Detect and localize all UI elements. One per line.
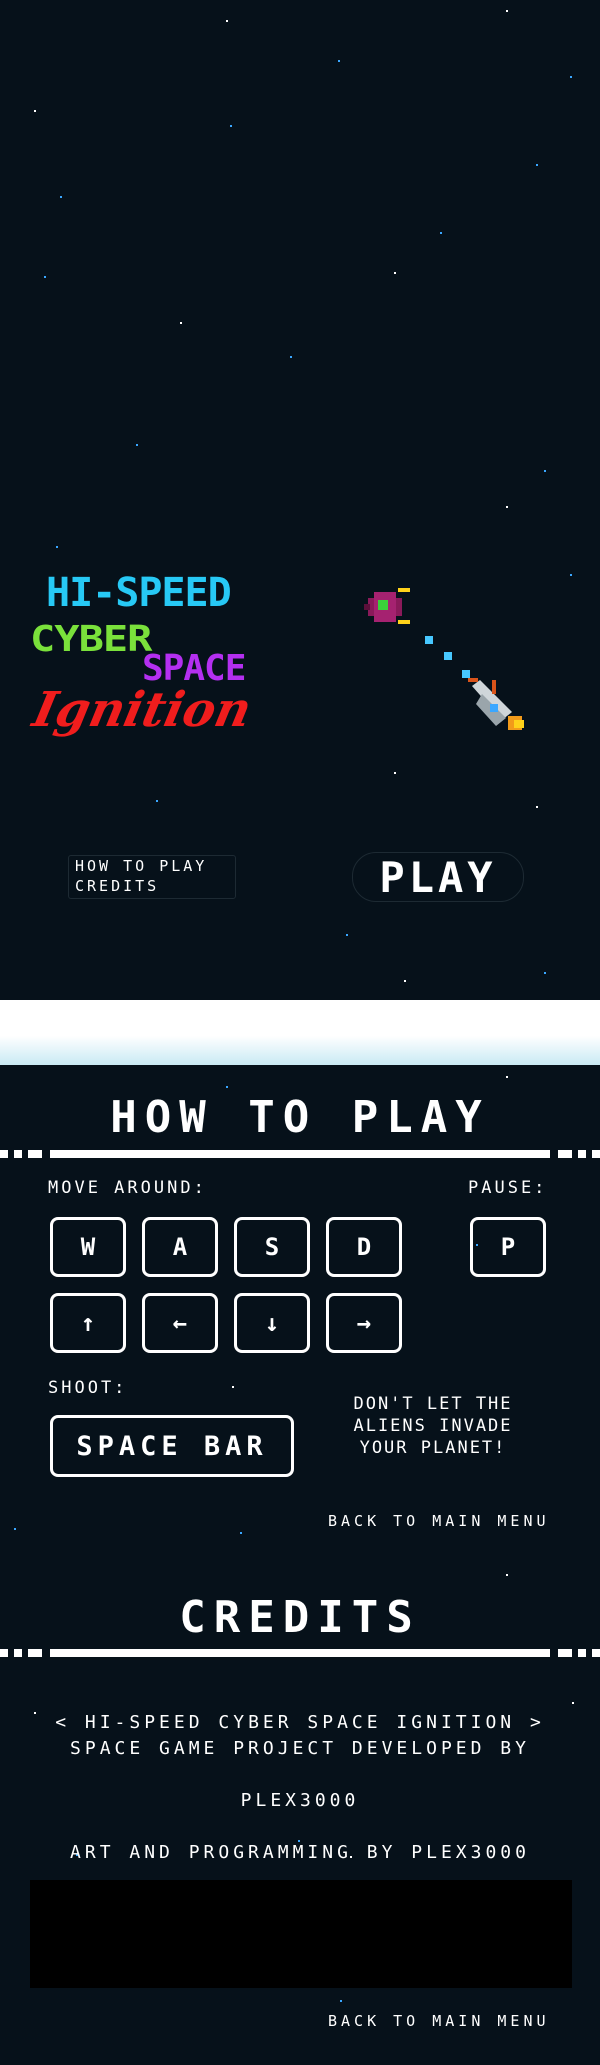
credits-rule bbox=[0, 1649, 600, 1657]
star bbox=[394, 772, 396, 774]
section-divider bbox=[0, 1000, 600, 1065]
credits-black-panel bbox=[30, 1880, 572, 1988]
logo-line-hi-speed: HI-SPEED bbox=[46, 570, 232, 616]
star bbox=[232, 1386, 234, 1388]
credits-back-link[interactable]: BACK TO MAIN MENU bbox=[328, 2012, 550, 2030]
star bbox=[56, 546, 58, 548]
credits-line-art-programming: ART AND PROGRAMMING BY PLEX3000 bbox=[70, 1842, 530, 1863]
star bbox=[506, 1076, 508, 1078]
key-arrow-left: ← bbox=[142, 1293, 218, 1353]
star bbox=[338, 60, 340, 62]
star bbox=[506, 10, 508, 12]
key-arrow-down: ↓ bbox=[234, 1293, 310, 1353]
star bbox=[44, 276, 46, 278]
star bbox=[34, 110, 36, 112]
star bbox=[440, 232, 442, 234]
laser-shot bbox=[444, 652, 452, 660]
laser-shot bbox=[425, 636, 433, 644]
star bbox=[180, 322, 182, 324]
star bbox=[226, 20, 228, 22]
star bbox=[570, 574, 572, 576]
star bbox=[240, 1532, 242, 1534]
credits-title: CREDITS bbox=[179, 1592, 421, 1643]
key-arrow-up: ↑ bbox=[50, 1293, 126, 1353]
key-a: A bbox=[142, 1217, 218, 1277]
star bbox=[536, 806, 538, 808]
star bbox=[394, 272, 396, 274]
star bbox=[404, 980, 406, 982]
key-w: W bbox=[50, 1217, 126, 1277]
hint-line-1: DON'T LET THE bbox=[353, 1394, 513, 1414]
alien-ship-icon bbox=[364, 588, 410, 624]
credits-link[interactable]: CREDITS bbox=[69, 876, 235, 896]
star bbox=[340, 2000, 342, 2002]
play-button[interactable]: PLAY bbox=[352, 852, 524, 902]
how-to-play-title: HOW TO PLAY bbox=[110, 1092, 490, 1143]
star bbox=[136, 444, 138, 446]
pause-label: PAUSE: bbox=[468, 1178, 548, 1198]
key-arrow-right: → bbox=[326, 1293, 402, 1353]
how-to-play-back-link[interactable]: BACK TO MAIN MENU bbox=[328, 1512, 550, 1530]
star bbox=[290, 356, 292, 358]
credits-line-developed-by: SPACE GAME PROJECT DEVELOPED BY bbox=[70, 1738, 530, 1759]
credits-line-game-title: < HI-SPEED CYBER SPACE IGNITION > bbox=[55, 1712, 545, 1733]
key-d: D bbox=[326, 1217, 402, 1277]
star bbox=[230, 125, 232, 127]
hint-line-3: YOUR PLANET! bbox=[359, 1438, 507, 1458]
star bbox=[60, 196, 62, 198]
invasion-hint: DON'T LET THE ALIENS INVADE YOUR PLANET! bbox=[330, 1393, 536, 1459]
star bbox=[506, 1574, 508, 1576]
how-to-play-link[interactable]: HOW TO PLAY bbox=[69, 856, 235, 876]
hint-line-2: ALIENS INVADE bbox=[353, 1416, 513, 1436]
star bbox=[572, 1702, 574, 1704]
star bbox=[570, 76, 572, 78]
star bbox=[506, 506, 508, 508]
key-space-bar: SPACE BAR bbox=[50, 1415, 294, 1477]
move-around-label: MOVE AROUND: bbox=[48, 1178, 207, 1198]
logo-line-ignition: Ignition bbox=[28, 682, 257, 738]
key-s: S bbox=[234, 1217, 310, 1277]
star bbox=[226, 1086, 228, 1088]
title-rule bbox=[0, 1150, 600, 1158]
credits-line-developer: PLEX3000 bbox=[240, 1790, 360, 1811]
player-ship-icon bbox=[468, 678, 524, 730]
star bbox=[14, 1528, 16, 1530]
star bbox=[346, 934, 348, 936]
star bbox=[544, 972, 546, 974]
logo-line-cyber: CYBER bbox=[30, 617, 152, 660]
shoot-label: SHOOT: bbox=[48, 1378, 128, 1398]
key-p: P bbox=[470, 1217, 546, 1277]
star bbox=[536, 164, 538, 166]
star bbox=[544, 470, 546, 472]
star bbox=[156, 800, 158, 802]
main-menu-box: HOW TO PLAY CREDITS bbox=[68, 855, 236, 899]
